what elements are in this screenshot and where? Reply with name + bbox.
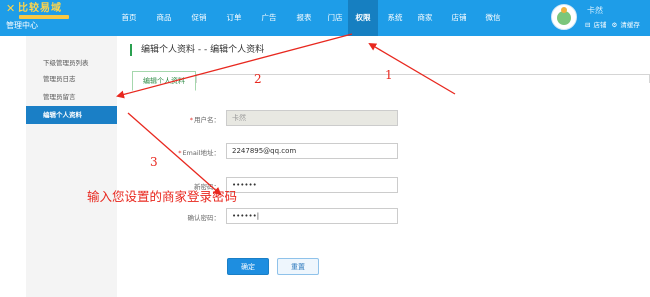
arrow-1: [368, 42, 456, 95]
confirm-password-field[interactable]: ••••••|: [226, 208, 398, 224]
avatar-body: [557, 11, 571, 25]
nav-ads[interactable]: 广告: [254, 0, 284, 36]
avatar[interactable]: [551, 4, 577, 30]
active-caret-icon: [112, 110, 117, 120]
logo-subtitle: 管理中心: [6, 21, 38, 30]
required-mark: *: [189, 116, 193, 124]
nav-stores[interactable]: 门店: [320, 0, 350, 36]
gear-icon: ⚙: [611, 21, 618, 29]
sidebar-item-edit-profile[interactable]: 编辑个人资料: [26, 106, 117, 124]
reset-button[interactable]: 重置: [277, 258, 319, 275]
logo-stripe: [19, 15, 69, 19]
step-3-label: 3: [150, 155, 158, 169]
user-panel: 卡然 ⊟ 店铺 ⚙ 清缓存: [551, 3, 650, 33]
username-field: 卡然: [226, 110, 398, 126]
required-mark: *: [178, 149, 182, 157]
avatar-head: [561, 7, 567, 13]
annotation-note: 输入您设置的商家登录密码: [87, 189, 238, 204]
store-icon: ⊟: [585, 21, 591, 29]
nav-system[interactable]: 系统: [380, 0, 410, 36]
tab-edit-profile[interactable]: 编辑个人资料: [132, 71, 196, 91]
username-label: *用户名：: [130, 114, 220, 124]
tab-strip: [196, 74, 650, 83]
confirm-password-label: 确认密码：: [187, 214, 221, 222]
title-accent: [130, 44, 132, 56]
step-1-label: 1: [385, 68, 393, 82]
sidebar: 下级管理员列表 管理员日志 管理员留言 编辑个人资料: [26, 36, 117, 297]
confirm-button[interactable]: 确定: [227, 258, 269, 275]
nav-home[interactable]: 首页: [114, 0, 144, 36]
nav-permissions[interactable]: 权限: [348, 0, 378, 36]
logo-brand: 比较易域: [18, 3, 62, 14]
logo-mark-icon: ✕: [6, 2, 16, 15]
nav-orders[interactable]: 订单: [219, 0, 249, 36]
nav-merchants[interactable]: 商家: [410, 0, 440, 36]
nav-products[interactable]: 商品: [149, 0, 179, 36]
user-link-clear-cache[interactable]: 清缓存: [620, 19, 640, 29]
user-links: ⊟ 店铺 ⚙ 清缓存: [585, 19, 643, 29]
nav-shop[interactable]: 店铺: [444, 0, 474, 36]
user-name: 卡然: [587, 6, 603, 15]
sidebar-item-admin-message[interactable]: 管理员留言: [26, 88, 117, 106]
email-label: *Email地址：: [130, 147, 220, 157]
step-2-label: 2: [254, 72, 262, 86]
nav-reports[interactable]: 报表: [289, 0, 319, 36]
top-nav-bar: ✕ 比较易域 管理中心 首页 商品 促销 订单 广告 报表 门店 权限 系统 商…: [0, 0, 650, 36]
logo[interactable]: ✕ 比较易域 管理中心: [6, 3, 84, 33]
new-password-field[interactable]: ••••••: [226, 177, 398, 193]
sidebar-item-admin-log[interactable]: 管理员日志: [26, 70, 117, 88]
page-title: 编辑个人资料 - - 编辑个人资料: [141, 45, 265, 55]
email-field[interactable]: 2247895@qq.com: [226, 143, 398, 159]
nav-wechat[interactable]: 微信: [478, 0, 508, 36]
nav-promotions[interactable]: 促销: [184, 0, 214, 36]
email-label-text: Email地址：: [182, 149, 220, 157]
user-link-store[interactable]: 店铺: [593, 19, 606, 29]
username-label-text: 用户名：: [194, 116, 220, 124]
